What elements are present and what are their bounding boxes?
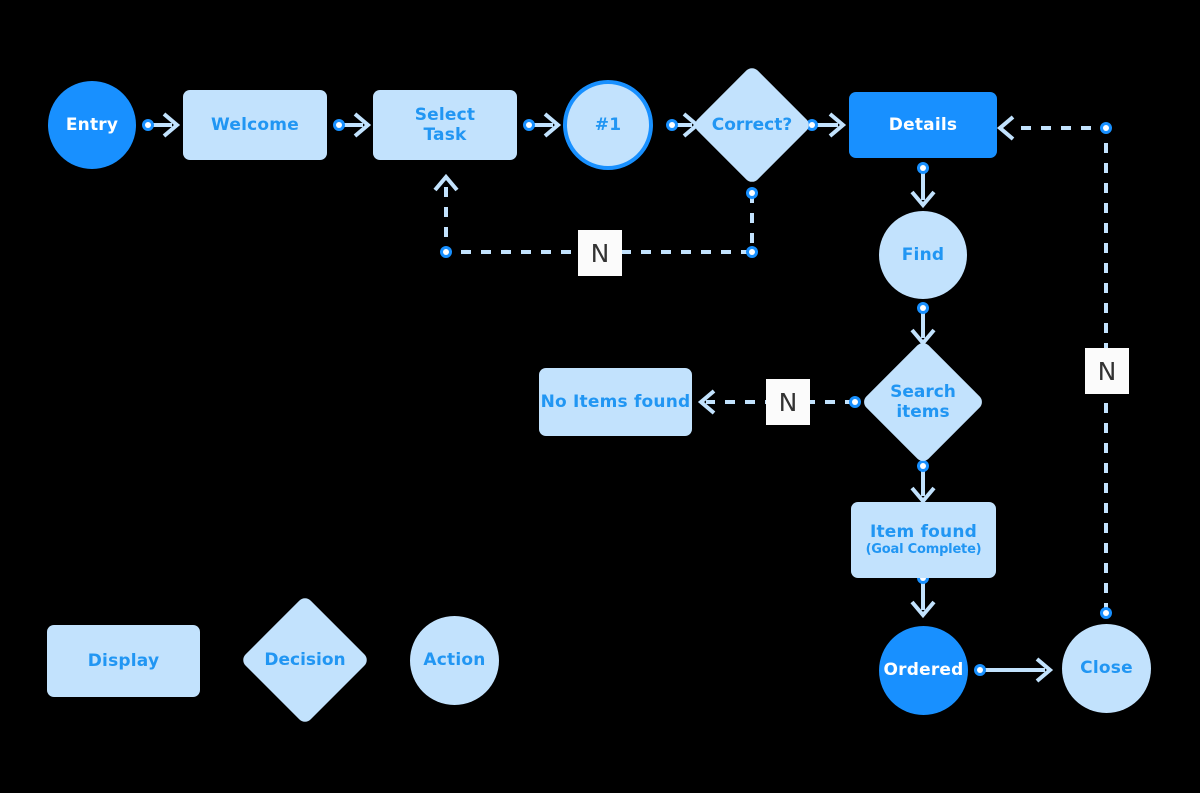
edge-label-search-no: N [766, 379, 810, 425]
edge-label-correct-no: N [578, 230, 622, 276]
node-no-items-found[interactable]: No Items found [539, 368, 692, 436]
node-item-found[interactable]: Item found (Goal Complete) [851, 502, 996, 578]
node-search-items[interactable]: Search items [860, 339, 986, 465]
edge-label-close-no: N [1085, 348, 1129, 394]
edge-select-task-to-step-one [523, 112, 562, 138]
node-welcome[interactable]: Welcome [183, 90, 327, 160]
node-ordered-label: Ordered [883, 660, 964, 681]
node-no-items-found-label: No Items found [540, 391, 691, 412]
edge-entry-to-welcome [142, 112, 181, 138]
edge-item-found-to-ordered [910, 572, 936, 619]
node-correct[interactable]: Correct? [691, 64, 813, 186]
node-welcome-label: Welcome [211, 114, 299, 135]
edge-label-correct-no-text: N [590, 238, 610, 268]
node-search-items-label: Search items [861, 340, 985, 464]
node-entry[interactable]: Entry [48, 81, 136, 169]
node-step-one-label: #1 [594, 114, 622, 135]
edge-label-close-no-text: N [1097, 356, 1117, 386]
legend-decision-label: Decision [264, 649, 346, 670]
edge-label-search-no-text: N [778, 387, 798, 417]
node-ordered[interactable]: Ordered [879, 626, 968, 715]
flowchart-canvas: Entry Welcome Select Task #1 Correct? De… [0, 0, 1200, 793]
node-close[interactable]: Close [1062, 624, 1151, 713]
legend-action: Action [410, 616, 499, 705]
node-correct-label: Correct? [711, 114, 793, 135]
legend-decision: Decision [239, 594, 371, 726]
legend-display: Display [47, 625, 200, 697]
node-select-task-label-line2: Task [423, 125, 467, 145]
node-item-found-sublabel: (Goal Complete) [865, 542, 982, 558]
node-item-found-label: Item found [869, 522, 978, 543]
node-select-task[interactable]: Select Task [373, 90, 517, 160]
node-details-label: Details [888, 114, 958, 135]
edge-welcome-to-select-task [333, 112, 372, 138]
edge-find-to-search-items [910, 302, 936, 347]
node-step-one[interactable]: #1 [563, 80, 653, 170]
node-find-label: Find [901, 244, 945, 265]
node-find[interactable]: Find [879, 211, 967, 299]
legend-action-label: Action [423, 650, 486, 671]
edge-ordered-to-close [974, 657, 1054, 683]
edge-details-to-find [910, 162, 936, 209]
node-select-task-label-line1: Select [414, 104, 476, 125]
node-close-label: Close [1080, 658, 1133, 679]
node-search-items-label-line1: Search [890, 381, 956, 402]
edge-search-items-to-item-found [910, 460, 936, 505]
legend-display-label: Display [87, 650, 160, 671]
node-details[interactable]: Details [849, 92, 997, 158]
node-search-items-label-line2: items [896, 402, 950, 422]
node-entry-label: Entry [65, 114, 119, 135]
